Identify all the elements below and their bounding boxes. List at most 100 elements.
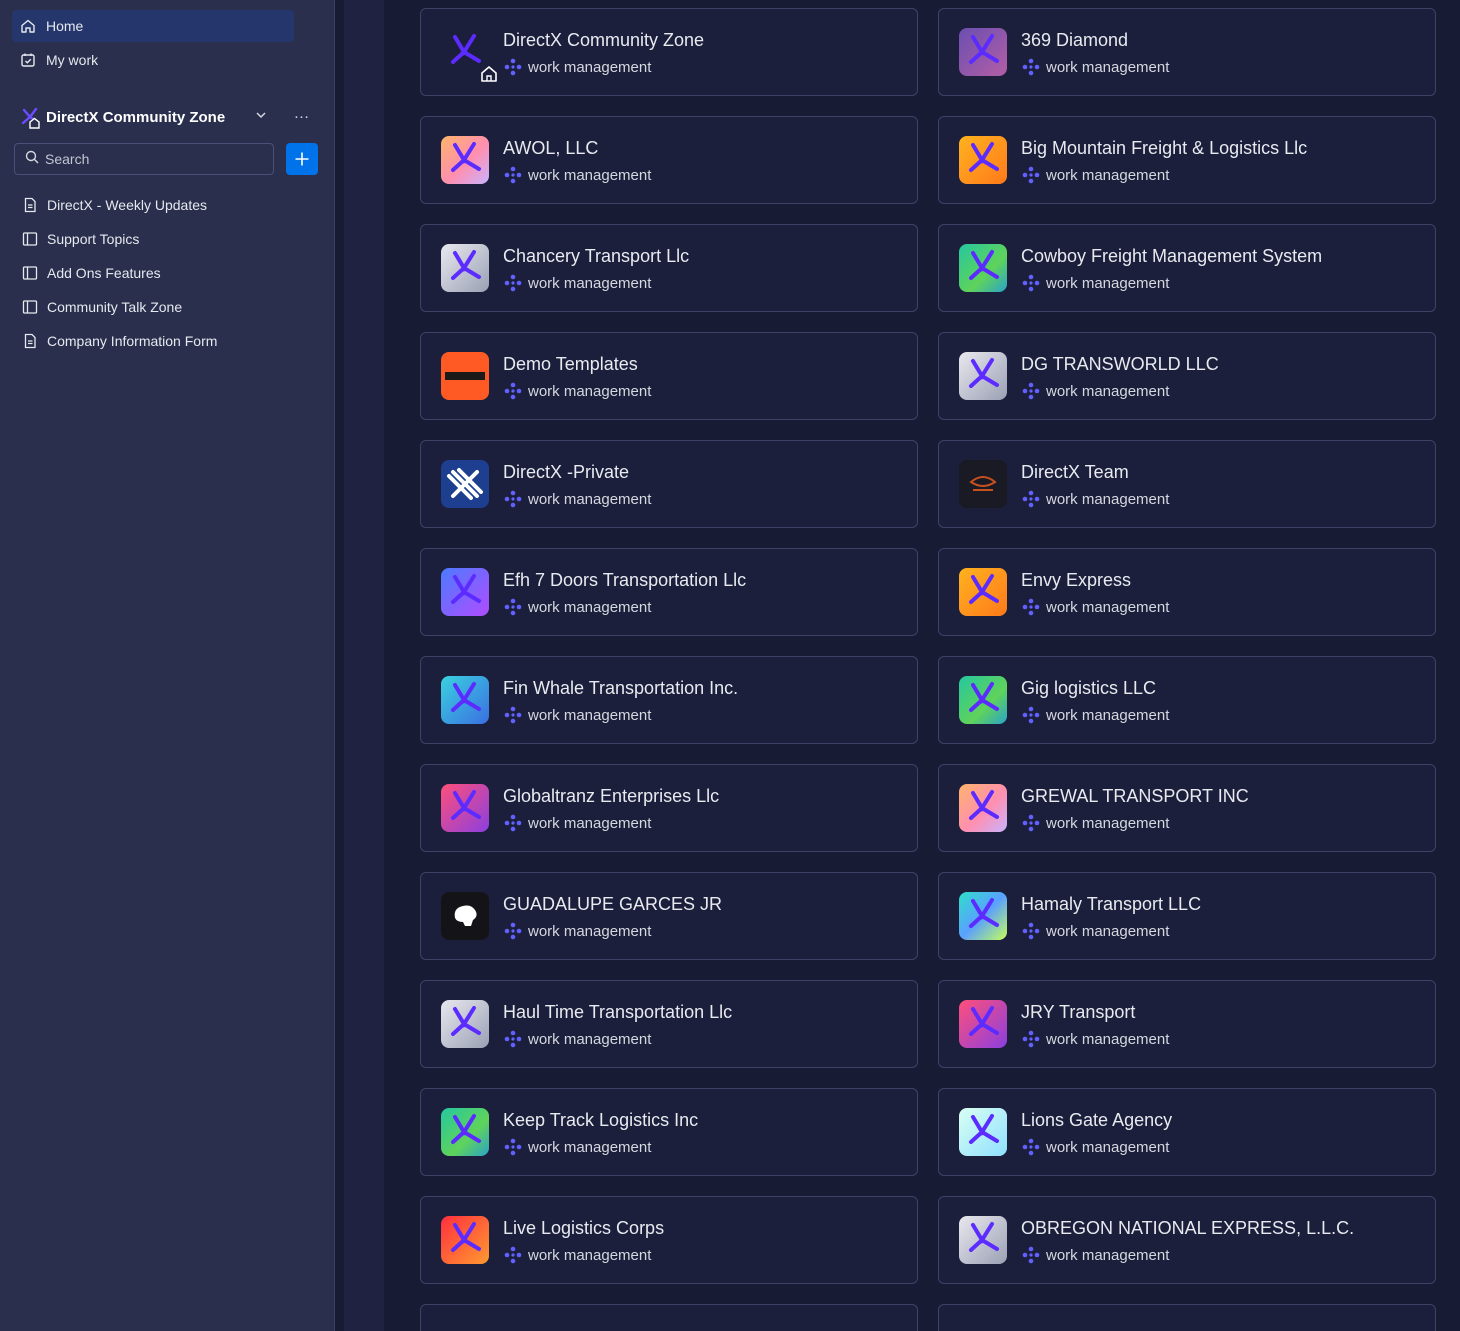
work-management-icon: [1021, 597, 1041, 617]
sidebar-board-item[interactable]: Company Information Form: [14, 326, 314, 356]
workspace-type: work management: [1021, 813, 1169, 833]
workspace-name: Lions Gate Agency: [1021, 1110, 1173, 1130]
workspace-name: GUADALUPE GARCES JR: [503, 894, 723, 914]
workspace-type: work management: [503, 813, 651, 833]
work-management-icon: [503, 489, 523, 509]
nav-home[interactable]: Home: [12, 10, 294, 42]
workspace-type-label: work management: [1046, 382, 1170, 400]
workspace-card[interactable]: Big Mountain Freight & Logistics Llc work…: [938, 116, 1436, 204]
workspace-card[interactable]: Gig logistics LLC work management: [938, 656, 1436, 744]
workspace-card[interactable]: [938, 1304, 1436, 1331]
workspace-type-label: work management: [1046, 1138, 1170, 1156]
workspace-type-label: work management: [528, 274, 652, 292]
workspace-name: Fin Whale Transportation Inc.: [503, 678, 739, 698]
workspace-card[interactable]: DG TRANSWORLD LLC work management: [938, 332, 1436, 420]
workspace-type: work management: [503, 1245, 651, 1265]
workspace-header[interactable]: DirectX Community Zone …: [20, 104, 320, 130]
workspace-card[interactable]: GREWAL TRANSPORT INC work management: [938, 764, 1436, 852]
workspace-card[interactable]: OBREGON NATIONAL EXPRESS, L.L.C. work man…: [938, 1196, 1436, 1284]
workspace-logo-icon: [441, 892, 489, 940]
workspace-name: Gig logistics LLC: [1021, 678, 1157, 698]
sidebar-board-label: DirectX - Weekly Updates: [47, 197, 208, 213]
workspace-type: work management: [1021, 489, 1169, 509]
workspace-logo-icon: [441, 1108, 489, 1156]
sidebar-board-item[interactable]: Support Topics: [14, 224, 314, 254]
work-management-icon: [1021, 813, 1041, 833]
workspace-name: JRY Transport: [1021, 1002, 1136, 1022]
work-management-icon: [1021, 273, 1041, 293]
work-management-icon: [1021, 381, 1041, 401]
workspace-type: work management: [1021, 1137, 1169, 1157]
workspace-type-label: work management: [1046, 814, 1170, 832]
workspace-type: work management: [503, 597, 651, 617]
add-button[interactable]: [286, 143, 318, 175]
work-management-icon: [503, 57, 523, 77]
workspace-card[interactable]: 369 Diamond work management: [938, 8, 1436, 96]
workspace-card[interactable]: GUADALUPE GARCES JR work management: [420, 872, 918, 960]
work-management-icon: [1021, 705, 1041, 725]
sidebar-board-item[interactable]: DirectX - Weekly Updates: [14, 190, 314, 220]
search-input-wrapper[interactable]: [14, 143, 274, 175]
workspace-card[interactable]: Globaltranz Enterprises Llc work manageme…: [420, 764, 918, 852]
doc-icon: [22, 333, 38, 349]
workspace-type: work management: [503, 921, 651, 941]
workspace-logo-icon: [441, 784, 489, 832]
workspace-name: Haul Time Transportation Llc: [503, 1002, 733, 1022]
workspace-card[interactable]: Envy Express work management: [938, 548, 1436, 636]
workspace-name: DirectX Community Zone: [503, 30, 705, 50]
workspace-logo-icon: [441, 1216, 489, 1264]
board-icon: [22, 231, 38, 247]
workspace-card[interactable]: Cowboy Freight Management System work man…: [938, 224, 1436, 312]
workspace-card[interactable]: Haul Time Transportation Llc work managem…: [420, 980, 918, 1068]
work-management-icon: [1021, 1029, 1041, 1049]
workspace-title: DirectX Community Zone: [46, 108, 226, 126]
workspace-type: work management: [1021, 597, 1169, 617]
work-management-icon: [503, 1029, 523, 1049]
workspace-card[interactable]: Live Logistics Corps work management: [420, 1196, 918, 1284]
workspace-card[interactable]: DirectX Team work management: [938, 440, 1436, 528]
workspace-card[interactable]: Keep Track Logistics Inc work management: [420, 1088, 918, 1176]
workspace-card[interactable]: Fin Whale Transportation Inc. work manage…: [420, 656, 918, 744]
work-management-icon: [503, 165, 523, 185]
work-management-icon: [1021, 57, 1041, 77]
workspace-name: 369 Diamond: [1021, 30, 1129, 50]
workspace-type-label: work management: [1046, 706, 1170, 724]
nav-my-work[interactable]: My work: [12, 44, 294, 76]
sidebar-board-label: Community Talk Zone: [47, 299, 183, 315]
workspace-card[interactable]: Chancery Transport Llc work management: [420, 224, 918, 312]
workspace-type-label: work management: [528, 706, 652, 724]
workspace-type-label: work management: [1046, 274, 1170, 292]
workspace-card[interactable]: [420, 1304, 918, 1331]
work-management-icon: [503, 381, 523, 401]
work-management-icon: [503, 921, 523, 941]
workspace-logo-icon: [959, 460, 1007, 508]
workspace-card[interactable]: Lions Gate Agency work management: [938, 1088, 1436, 1176]
workspace-type-label: work management: [1046, 58, 1170, 76]
workspace-card[interactable]: Demo Templates work management: [420, 332, 918, 420]
workspace-logo-icon: [441, 352, 489, 400]
workspace-logo-icon: [959, 352, 1007, 400]
more-options-icon[interactable]: …: [292, 105, 312, 125]
sidebar: Home My work DirectX Community Zone … Di…: [0, 0, 335, 1331]
workspace-card[interactable]: DirectX Community Zone work management: [420, 8, 918, 96]
workspace-logo-icon: [441, 1000, 489, 1048]
search-input[interactable]: [45, 151, 245, 167]
workspace-name: DG TRANSWORLD LLC: [1021, 354, 1219, 374]
workspace-type-label: work management: [528, 58, 652, 76]
sidebar-board-label: Company Information Form: [47, 333, 218, 349]
workspace-name: Globaltranz Enterprises Llc: [503, 786, 720, 806]
workspace-card[interactable]: DirectX -Private work management: [420, 440, 918, 528]
workspace-card[interactable]: Hamaly Transport LLC work management: [938, 872, 1436, 960]
chevron-down-icon[interactable]: [254, 108, 268, 122]
workspace-card[interactable]: Efh 7 Doors Transportation Llc work manag…: [420, 548, 918, 636]
workspace-type: work management: [503, 489, 651, 509]
workspace-card[interactable]: JRY Transport work management: [938, 980, 1436, 1068]
plus-icon: [295, 152, 309, 166]
nav-home-label: Home: [46, 18, 84, 34]
sidebar-board-item[interactable]: Community Talk Zone: [14, 292, 314, 322]
workspace-type: work management: [503, 1029, 651, 1049]
workspace-card[interactable]: AWOL, LLC work management: [420, 116, 918, 204]
workspace-type: work management: [503, 273, 651, 293]
home-badge-icon: [479, 64, 499, 84]
sidebar-board-item[interactable]: Add Ons Features: [14, 258, 314, 288]
